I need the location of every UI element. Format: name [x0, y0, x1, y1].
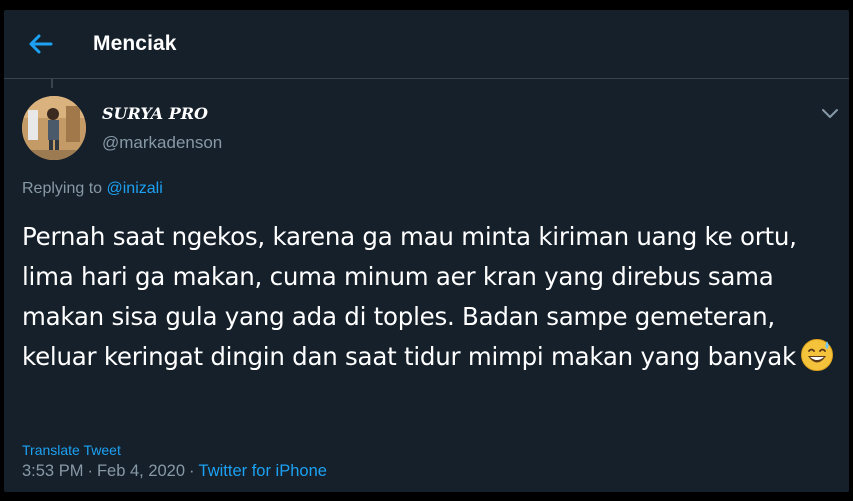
tweet-source-link[interactable]: Twitter for iPhone [199, 462, 327, 480]
tweet-date[interactable]: Feb 4, 2020 [97, 462, 185, 480]
tweet-frame: Menciak SURYA PRO @markadenson Replying … [4, 10, 849, 492]
display-name[interactable]: SURYA PRO [102, 104, 208, 123]
translate-tweet-link[interactable]: Translate Tweet [22, 442, 121, 458]
replying-to-user-link[interactable]: @inizali [107, 180, 163, 197]
replying-to-label: Replying to [22, 180, 103, 197]
thread-connector [51, 78, 53, 88]
user-handle[interactable]: @markadenson [102, 133, 222, 153]
tweet-time[interactable]: 3:53 PM [22, 462, 83, 480]
tweet-text: Pernah saat ngekos, karena ga mau minta … [22, 222, 805, 371]
grinning-face-with-sweat-icon [800, 339, 833, 371]
meta-separator: · [87, 462, 93, 480]
tweet-metadata: 3:53 PM · Feb 4, 2020 · Twitter for iPhone [22, 462, 327, 481]
meta-separator: · [189, 462, 195, 480]
tweet-body: Pernah saat ngekos, karena ga mau minta … [22, 217, 842, 377]
page-title: Menciak [93, 32, 177, 55]
chevron-down-icon[interactable] [820, 106, 840, 120]
replying-to: Replying to @inizali [22, 180, 163, 198]
avatar[interactable] [22, 96, 86, 160]
back-arrow-icon[interactable] [26, 32, 54, 56]
top-bar: Menciak [4, 10, 849, 79]
avatar-photo [22, 96, 86, 160]
